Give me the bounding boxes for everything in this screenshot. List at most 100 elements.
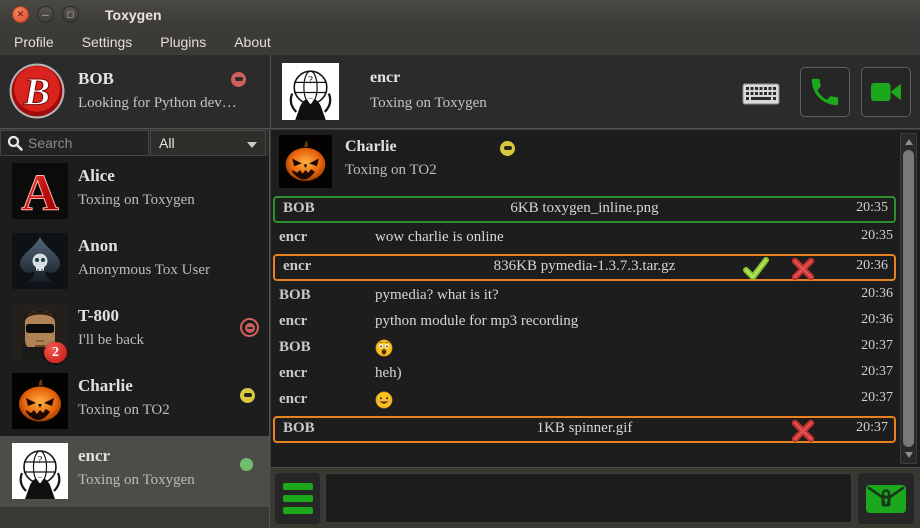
message-row: encr 20:37 [271, 388, 920, 414]
message-emoji [375, 391, 393, 411]
message-text: pymedia? what is it? [375, 287, 499, 304]
svg-text:?: ? [38, 454, 43, 466]
message-text: heh) [375, 365, 402, 382]
away-status-icon [500, 141, 515, 156]
chat-scrollbar[interactable] [900, 133, 917, 464]
contact-row-encr[interactable]: ? encr Toxing on Toxygen [0, 436, 269, 506]
menu-settings[interactable]: Settings [68, 29, 147, 55]
message-sender: BOB [279, 287, 311, 304]
away-status-icon [240, 388, 255, 403]
contact-row-t-800[interactable]: T-800 I'll be back2 [0, 296, 269, 366]
panel-divider [270, 55, 271, 129]
contact-name: T-800 [78, 306, 119, 326]
send-message-button[interactable] [858, 473, 914, 524]
contact-row-charlie[interactable]: Charlie Toxing on TO2 [0, 366, 269, 436]
message-text: python module for mp3 recording [375, 313, 578, 330]
message-text: wow charlie is online [375, 229, 504, 246]
maximize-button[interactable]: ◻ [62, 6, 79, 23]
scroll-up-arrow[interactable] [901, 135, 916, 149]
accept-file-button[interactable] [742, 256, 769, 281]
self-name[interactable]: BOB [78, 69, 114, 89]
chat-peer-status: Toxing on Toxygen [370, 95, 487, 112]
contact-name: Charlie [78, 376, 133, 396]
video-call-button[interactable] [861, 67, 911, 117]
message-time: 20:35 [856, 200, 888, 216]
message-input[interactable] [325, 473, 852, 523]
window-title: Toxygen [105, 7, 162, 23]
menu-plugins[interactable]: Plugins [146, 29, 220, 55]
decline-file-button[interactable] [789, 256, 816, 281]
spade-skull-avatar [12, 233, 68, 289]
message-time: 20:37 [861, 390, 893, 406]
menu-profile[interactable]: Profile [0, 29, 68, 55]
minimize-button[interactable]: ─ [37, 6, 54, 23]
close-button[interactable]: ✕ [12, 6, 29, 23]
attachments-menu-button[interactable] [275, 473, 320, 524]
message-time: 20:36 [856, 258, 888, 274]
file-transfer-label: 6KB toxygen_inline.png [275, 200, 894, 217]
scrollbar-thumb[interactable] [903, 150, 914, 447]
chevron-down-icon [247, 142, 257, 148]
typing-notification-icon [741, 81, 781, 107]
online-status-icon [240, 458, 253, 471]
contact-name: Anon [78, 236, 118, 256]
send-encrypted-icon [864, 482, 908, 516]
phone-icon [808, 75, 842, 109]
contact-name: encr [78, 446, 110, 466]
svg-text:B: B [23, 69, 50, 113]
message-row: encr wow charlie is online 20:35 [271, 226, 920, 252]
bob-logo-avatar: B [8, 62, 66, 120]
file-transfer-row: encr 836KB pymedia-1.3.7.3.tar.gz 20:36 [273, 254, 896, 281]
svg-text:A: A [21, 165, 59, 219]
message-row: encr heh) 20:37 [271, 362, 920, 388]
menu-about[interactable]: About [220, 29, 285, 55]
sidebar-filler [0, 506, 269, 528]
message-time: 20:37 [861, 338, 893, 354]
audio-call-button[interactable] [800, 67, 850, 117]
message-time: 20:37 [861, 364, 893, 380]
chat-peer-name: encr [370, 69, 400, 87]
compose-bar [271, 467, 920, 528]
contact-avatar: A [12, 163, 68, 219]
message-sender: encr [279, 313, 307, 330]
file-transfer-row: BOB 1KB spinner.gif 20:37 [273, 416, 896, 443]
message-emoji [375, 339, 393, 359]
contact-status-message: Toxing on TO2 [78, 402, 170, 419]
self-status-message[interactable]: Looking for Python dev… [78, 95, 237, 112]
red-a-avatar: A [12, 163, 68, 219]
anonymous-mask-avatar: ? [282, 63, 339, 120]
decline-file-button[interactable] [789, 418, 816, 443]
pumpkin-avatar [279, 135, 332, 188]
message-list: BOB 6KB toxygen_inline.png20:35encr wow … [271, 194, 920, 467]
menu-bar: ProfileSettingsPluginsAbout [0, 29, 920, 55]
contacts-sidebar: All A Alice Toxing on Toxygen Anon Anony… [0, 130, 270, 528]
message-row: encr python module for mp3 recording 20:… [271, 310, 920, 336]
message-time: 20:37 [856, 420, 888, 436]
contact-filter-dropdown[interactable]: All [150, 130, 266, 156]
contact-row-alice[interactable]: A Alice Toxing on Toxygen [0, 156, 269, 226]
search-row: All [0, 130, 269, 156]
message-sender: encr [279, 391, 307, 408]
peer-status-message: Toxing on TO2 [345, 162, 437, 179]
message-sender: BOB [279, 339, 311, 356]
scroll-down-arrow[interactable] [901, 448, 916, 462]
contact-name: Alice [78, 166, 115, 186]
filter-value: All [159, 135, 175, 151]
busy-ring-status-icon [240, 318, 259, 337]
svg-text:?: ? [308, 74, 313, 86]
title-bar: ✕ ─ ◻ Toxygen [0, 0, 920, 29]
self-avatar[interactable]: B [8, 62, 66, 120]
search-input[interactable] [28, 135, 140, 151]
message-time: 20:35 [861, 228, 893, 244]
chat-peer-avatar: ? [282, 63, 339, 120]
contact-avatar: ? [12, 443, 68, 499]
peer-avatar [279, 135, 332, 188]
emoji-astonished-icon [375, 339, 393, 357]
emoji-smiling-icon [375, 391, 393, 409]
toxygen-window: ✕ ─ ◻ Toxygen ProfileSettingsPluginsAbou… [0, 0, 920, 528]
conversation-peer-header: Charlie Toxing on TO2 [271, 130, 920, 192]
contact-row-anon[interactable]: Anon Anonymous Tox User [0, 226, 269, 296]
busy-status-icon [231, 72, 246, 87]
chat-panel: Charlie Toxing on TO2 BOB 6KB toxygen_in… [271, 130, 920, 467]
search-icon [7, 135, 23, 151]
